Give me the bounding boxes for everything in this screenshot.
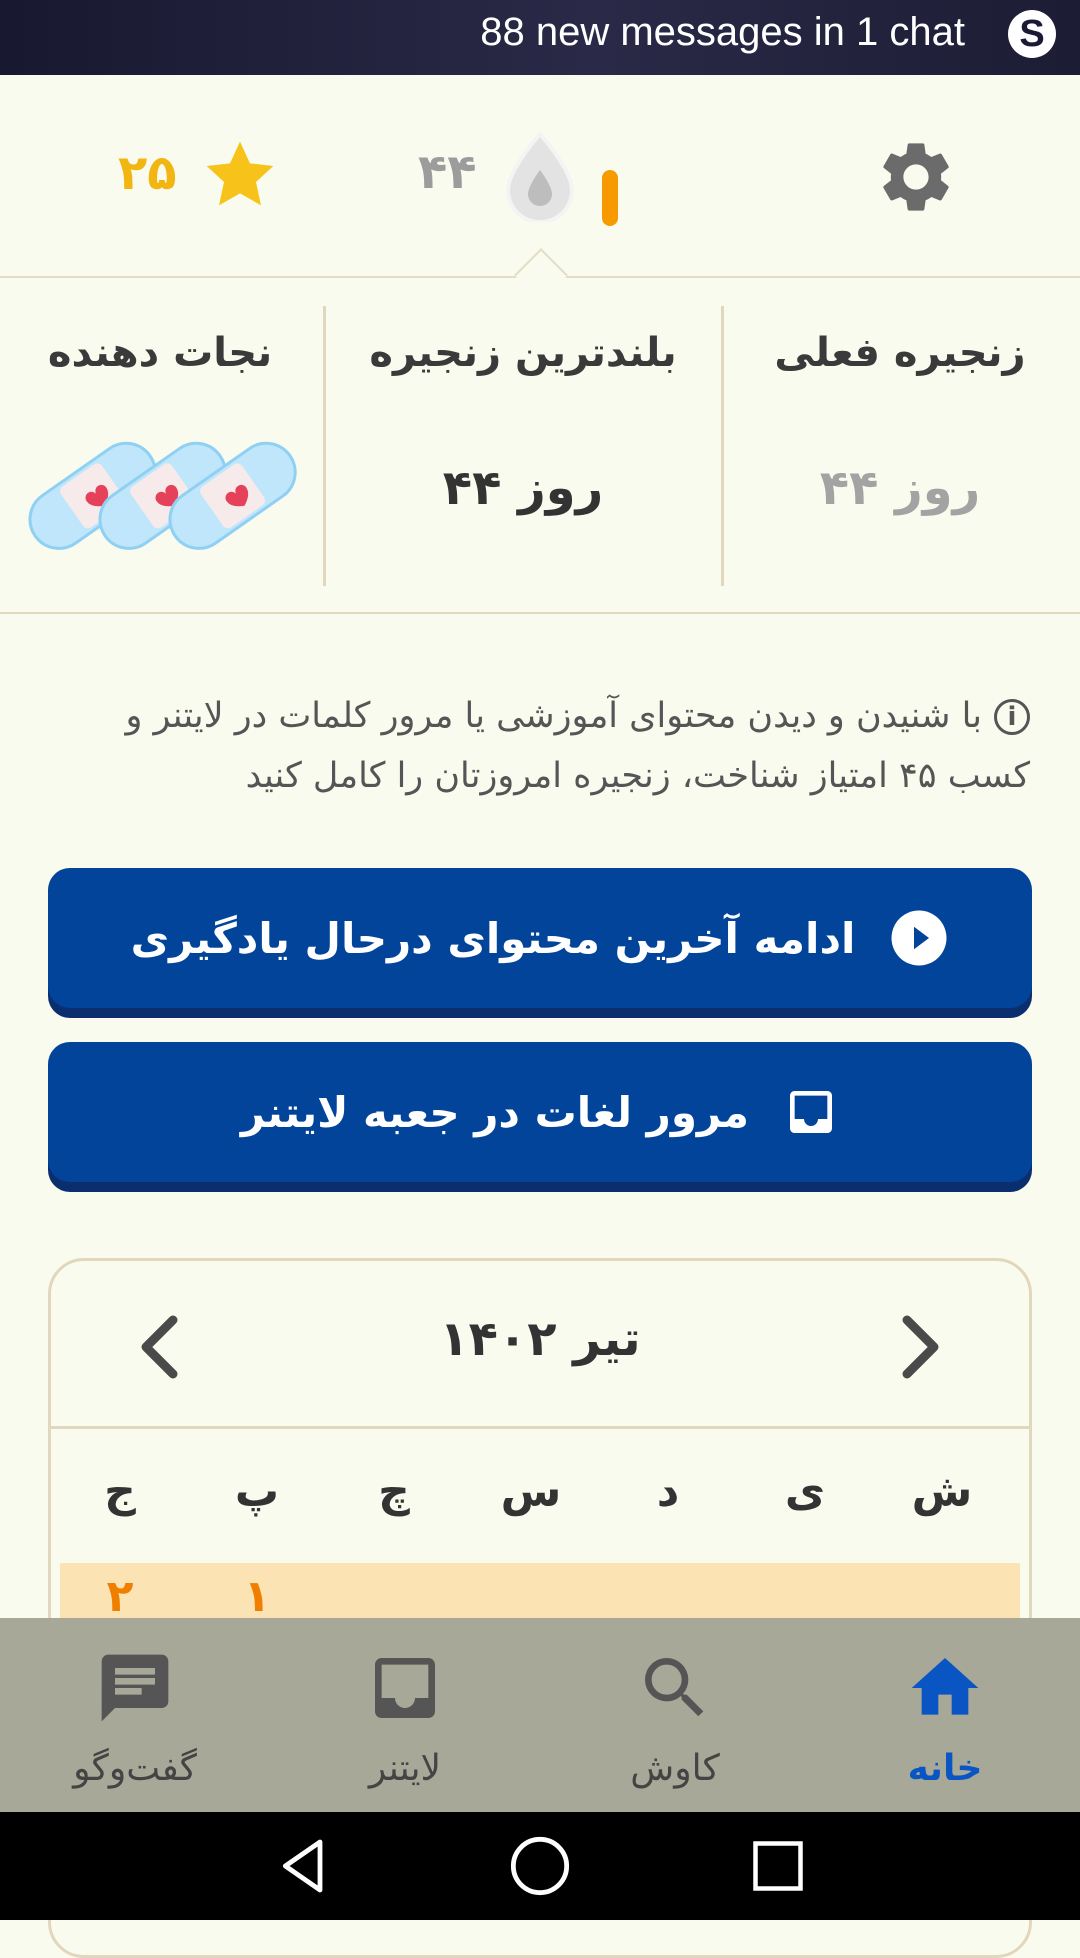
gear-icon[interactable] xyxy=(874,135,958,219)
nav-item-explore[interactable]: کاوش xyxy=(540,1618,810,1812)
nav-item-leitner[interactable]: لایتنر xyxy=(270,1618,540,1812)
weekday-label: ج xyxy=(104,1466,136,1517)
inbox-icon xyxy=(783,1084,839,1140)
info-message: iبا شنیدن و دیدن محتوای آموزشی یا مرور ک… xyxy=(40,686,1030,806)
calendar-day[interactable]: ۲ xyxy=(52,1571,188,1622)
stars-value: ۲۵ xyxy=(118,145,177,201)
notification-text: 88 new messages in 1 chat xyxy=(480,10,965,54)
review-leitner-button[interactable]: مرور لغات در جعبه لایتنر xyxy=(48,1042,1032,1182)
notification-bar[interactable]: 88 new messages in 1 chat S xyxy=(0,0,1080,75)
weekday-label: ش xyxy=(911,1466,973,1517)
search-icon xyxy=(645,1658,704,1717)
drop-icon xyxy=(505,130,575,222)
home-circle-icon[interactable] xyxy=(508,1834,572,1898)
weekday-label: ی xyxy=(784,1466,826,1517)
streak-progress-bar xyxy=(602,170,618,226)
stars-counter[interactable]: ۲۵ xyxy=(110,135,280,225)
panel-divider xyxy=(721,306,724,586)
play-circle-icon xyxy=(889,908,949,968)
streak-savers[interactable] xyxy=(12,415,312,575)
streak-savers-title: نجات دهنده xyxy=(47,330,273,376)
info-text: با شنیدن و دیدن محتوای آموزشی یا مرور کل… xyxy=(125,696,1030,796)
star-icon xyxy=(206,141,274,206)
bottom-nav: خانه کاوش لایتنر گفت‌وگو xyxy=(0,1618,1080,1812)
current-streak-title: زنجیره فعلی xyxy=(774,330,1026,376)
calendar-day[interactable]: ۱ xyxy=(189,1571,325,1622)
weekday-label: چ xyxy=(378,1466,410,1517)
review-leitner-label: مرور لغات در جعبه لایتنر xyxy=(240,1087,750,1137)
nav-label-chat: گفت‌وگو xyxy=(73,1748,197,1789)
inbox-icon xyxy=(375,1658,435,1718)
system-nav-bar xyxy=(0,1812,1080,1920)
weekday-label: س xyxy=(500,1466,562,1517)
info-icon: i xyxy=(994,699,1030,735)
nav-item-home[interactable]: خانه xyxy=(810,1618,1080,1812)
stats-header: ۲۵ ۴۴ xyxy=(0,75,1080,277)
streak-value: ۴۴ xyxy=(418,144,477,200)
panel-divider xyxy=(323,306,326,586)
calendar-divider xyxy=(51,1426,1029,1429)
longest-streak-title: بلندترین زنجیره xyxy=(369,330,677,376)
skype-icon: S xyxy=(1008,10,1056,58)
panel-bottom-divider xyxy=(0,612,1080,614)
calendar-month-title: تیر ۱۴۰۲ xyxy=(439,1311,641,1367)
weekday-label: پ xyxy=(234,1466,280,1517)
recents-icon[interactable] xyxy=(748,1836,808,1896)
continue-learning-label: ادامه آخرین محتوای درحال یادگیری xyxy=(130,913,856,963)
back-icon[interactable] xyxy=(272,1834,336,1898)
chat-icon xyxy=(101,1654,169,1722)
continue-learning-button[interactable]: ادامه آخرین محتوای درحال یادگیری xyxy=(48,868,1032,1008)
weekday-label: د xyxy=(656,1466,680,1517)
nav-label-leitner: لایتنر xyxy=(368,1748,442,1789)
longest-streak-value: ۴۴ روز xyxy=(442,460,604,516)
current-streak-value: ۴۴ روز xyxy=(819,460,981,516)
chevron-right-icon[interactable] xyxy=(889,1311,949,1383)
home-icon xyxy=(911,1658,979,1715)
nav-label-explore: کاوش xyxy=(630,1748,720,1789)
bandage-icon xyxy=(28,441,297,550)
nav-item-chat[interactable]: گفت‌وگو xyxy=(0,1618,270,1812)
nav-label-home: خانه xyxy=(907,1748,983,1789)
streak-counter[interactable]: ۴۴ xyxy=(410,130,630,240)
